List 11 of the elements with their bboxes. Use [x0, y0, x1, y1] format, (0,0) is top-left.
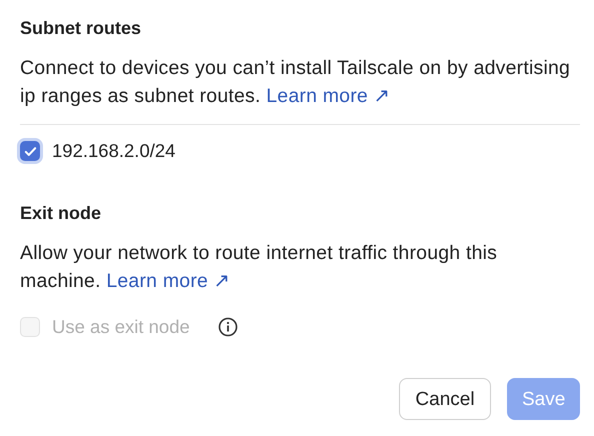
option-label: Use as exit node	[52, 315, 190, 340]
description-text: Allow your network to route internet traffic through this machine. Learn more ↗	[20, 241, 498, 294]
learn-more-link[interactable]: Learn more ↗	[106, 270, 231, 292]
option-label: 192.168.2.0/24	[52, 139, 176, 164]
checkbox[interactable]	[20, 141, 40, 161]
learn-more-link[interactable]: Learn more ↗	[266, 85, 391, 107]
section-title: Subnet routes	[20, 17, 142, 40]
description-text: Connect to devices you can’t install Tailscale on by advertising ip ranges as subnet routes. Learn more ↗	[20, 56, 572, 109]
section-title: Exit node	[20, 202, 102, 225]
cancel-button[interactable]: Cancel	[399, 378, 491, 420]
checkmark-icon	[24, 144, 36, 158]
